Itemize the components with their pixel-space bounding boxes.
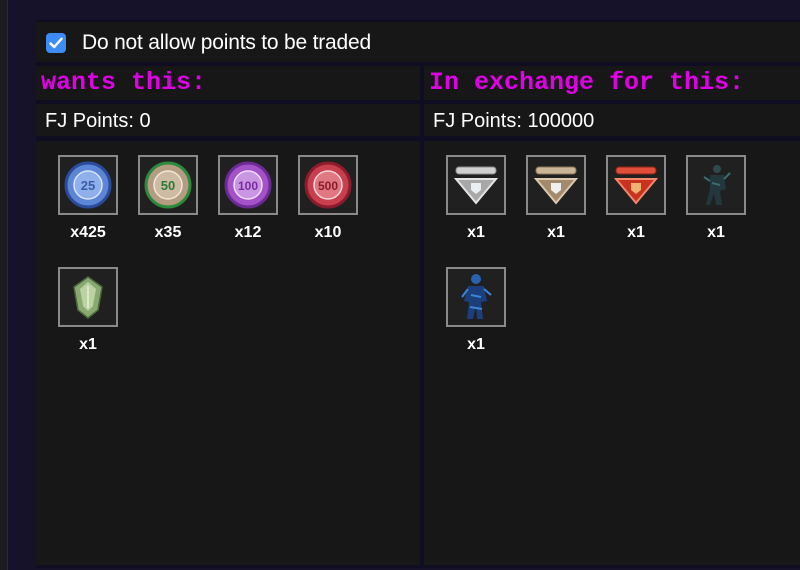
wants-item[interactable]: x1 — [56, 267, 120, 354]
svg-text:500: 500 — [318, 179, 338, 193]
wants-title: wants this: — [36, 66, 420, 100]
window-edge — [0, 0, 8, 570]
chip-25-icon: 25 — [64, 161, 112, 209]
offer-items-area: x1 x1 x1 x1 x1 — [424, 141, 800, 565]
red-badge-icon — [613, 166, 659, 205]
wants-item[interactable]: 25 x425 — [56, 155, 120, 242]
offer-points: FJ Points: 100000 — [424, 104, 800, 136]
item-slot — [606, 155, 666, 215]
wants-items-area: 25 x425 50 x35 100 x12 500 x10 x1 — [36, 141, 420, 565]
offer-item[interactable]: x1 — [524, 155, 588, 242]
offer-item[interactable]: x1 — [604, 155, 668, 242]
chip-50-icon: 50 — [144, 161, 192, 209]
item-slot — [686, 155, 746, 215]
wants-item[interactable]: 500 x10 — [296, 155, 360, 242]
item-quantity: x425 — [70, 224, 106, 241]
item-slot: 500 — [298, 155, 358, 215]
item-slot — [58, 267, 118, 327]
item-quantity: x1 — [627, 224, 645, 241]
offer-item[interactable]: x1 — [444, 155, 508, 242]
item-quantity: x10 — [314, 224, 342, 241]
item-slot: 25 — [58, 155, 118, 215]
item-slot — [446, 155, 506, 215]
bronze-badge-icon — [533, 166, 579, 205]
item-slot: 50 — [138, 155, 198, 215]
points-option-row: Do not allow points to be traded — [36, 22, 800, 62]
item-slot — [526, 155, 586, 215]
item-quantity: x35 — [154, 224, 182, 241]
item-quantity: x1 — [707, 224, 725, 241]
offer-title: In exchange for this: — [424, 66, 800, 100]
item-slot — [446, 267, 506, 327]
item-slot: 100 — [218, 155, 278, 215]
green-gem-icon — [73, 276, 103, 319]
item-quantity: x1 — [467, 336, 485, 353]
blue-figure-icon — [461, 274, 492, 319]
item-quantity: x12 — [234, 224, 262, 241]
no-points-label[interactable]: Do not allow points to be traded — [82, 31, 371, 55]
wants-item[interactable]: 50 x35 — [136, 155, 200, 242]
trade-panel: Do not allow points to be traded wants t… — [36, 20, 800, 568]
wants-points: FJ Points: 0 — [36, 104, 420, 136]
no-points-checkbox[interactable] — [46, 33, 66, 53]
item-quantity: x1 — [467, 224, 485, 241]
offer-item[interactable]: x1 — [684, 155, 748, 242]
svg-text:50: 50 — [161, 178, 175, 193]
checkmark-icon — [49, 37, 63, 49]
dark-figure-icon — [703, 165, 731, 205]
svg-text:100: 100 — [238, 179, 258, 193]
svg-text:25: 25 — [81, 178, 95, 193]
item-quantity: x1 — [547, 224, 565, 241]
wants-item[interactable]: 100 x12 — [216, 155, 280, 242]
silver-badge-icon — [453, 166, 499, 205]
chip-100-icon: 100 — [224, 161, 272, 209]
offer-item[interactable]: x1 — [444, 267, 508, 354]
item-quantity: x1 — [79, 336, 97, 353]
chip-500-icon: 500 — [304, 161, 352, 209]
